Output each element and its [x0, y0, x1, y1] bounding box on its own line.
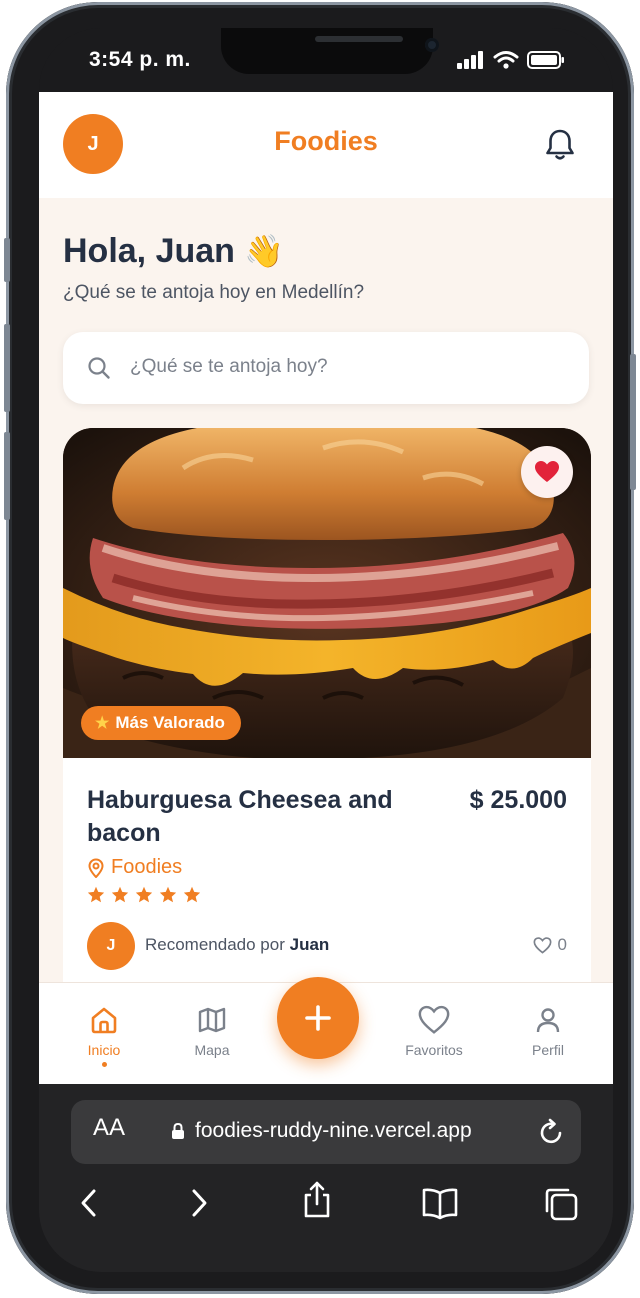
screen: 3:54 p. m. J Foodies Hola, Juan 👋 ¿Qué s…	[39, 28, 613, 1272]
bookmarks-icon[interactable]	[421, 1186, 459, 1220]
plus-icon	[305, 1005, 331, 1031]
wave-emoji: 👋	[244, 233, 285, 269]
search-box[interactable]: ¿Qué se te antoja hoy?	[63, 332, 589, 404]
status-time: 3:54 p. m.	[89, 48, 191, 71]
nav-profile[interactable]: Perfil	[503, 1005, 593, 1058]
recommender-avatar[interactable]: J	[87, 922, 135, 970]
like-button[interactable]: 0	[533, 935, 567, 955]
notifications-button[interactable]	[544, 128, 576, 167]
home-icon	[91, 1007, 117, 1034]
search-input[interactable]: ¿Qué se te antoja hoy?	[130, 356, 328, 378]
star-icon	[183, 886, 201, 903]
search-icon	[88, 357, 110, 379]
tabs-icon[interactable]	[543, 1186, 579, 1222]
greeting-text: Hola, Juan	[63, 232, 235, 270]
reload-button[interactable]	[537, 1117, 565, 1152]
url-text: foodies-ruddy-nine.vercel.app	[195, 1119, 472, 1142]
url-display[interactable]: foodies-ruddy-nine.vercel.app	[171, 1119, 472, 1143]
heart-filled-icon	[535, 461, 559, 482]
badge-label: Más Valorado	[115, 713, 225, 732]
mute-switch	[4, 238, 10, 282]
rating-stars	[87, 886, 201, 903]
front-camera	[425, 38, 439, 52]
nav-map-label: Mapa	[194, 1042, 230, 1058]
add-button[interactable]	[277, 977, 359, 1059]
map-icon	[198, 1007, 226, 1033]
nav-home[interactable]: Inicio	[59, 1005, 149, 1067]
nav-home-label: Inicio	[87, 1042, 121, 1058]
chevron-left-icon[interactable]	[77, 1186, 101, 1220]
recommender-name: Juan	[289, 935, 330, 954]
star-icon	[87, 886, 105, 903]
brand-title: Foodies	[274, 126, 378, 156]
star-icon	[111, 886, 129, 903]
nav-map[interactable]: Mapa	[167, 1005, 257, 1058]
nav-favorites[interactable]: Favoritos	[389, 1005, 479, 1058]
reader-settings-button[interactable]: AA	[93, 1114, 125, 1142]
heart-outline-icon	[533, 936, 552, 954]
status-icons	[457, 50, 565, 70]
greeting-subtitle: ¿Qué se te antoja hoy en Medellín?	[63, 282, 365, 303]
notch	[221, 28, 439, 74]
food-price: $ 25.000	[469, 786, 567, 814]
phone-frame: 3:54 p. m. J Foodies Hola, Juan 👋 ¿Qué s…	[4, 2, 636, 1294]
restaurant-name: Foodies	[111, 856, 183, 878]
reload-icon	[540, 1118, 562, 1144]
greeting-title: Hola, Juan 👋	[63, 232, 284, 271]
like-count: 0	[557, 935, 567, 954]
location-pin-icon	[88, 857, 104, 878]
star-icon	[135, 886, 153, 903]
burger-photo: ★ Más Valorado	[63, 428, 591, 758]
favorite-button[interactable]	[521, 446, 573, 498]
bell-icon	[546, 129, 574, 160]
volume-up-button	[4, 324, 10, 412]
star-icon	[159, 886, 177, 903]
active-indicator	[101, 1062, 107, 1067]
top-bar: J Foodies	[39, 92, 613, 198]
chevron-right-icon[interactable]	[187, 1186, 211, 1220]
lock-icon	[172, 1122, 184, 1139]
safari-toolbar: AA foodies-ruddy-nine.vercel.app	[39, 1084, 613, 1272]
share-icon[interactable]	[301, 1180, 333, 1220]
star-icon: ★	[95, 715, 110, 732]
signal-icon	[457, 51, 483, 69]
earpiece	[315, 36, 403, 42]
user-icon	[536, 1008, 560, 1033]
bottom-nav: Inicio Mapa Favoritos Perfil	[39, 977, 613, 1084]
app-content: J Foodies Hola, Juan 👋 ¿Qué se te antoja…	[39, 92, 613, 1084]
food-title: Haburguesa Cheesea and bacon	[87, 786, 393, 847]
recommended-prefix: Recomendado por	[145, 935, 285, 954]
wifi-icon	[493, 51, 519, 69]
volume-down-button	[4, 432, 10, 520]
restaurant-location[interactable]: Foodies	[87, 856, 182, 879]
recommendation-row: J Recomendado por Juan 0	[87, 922, 567, 970]
power-button	[630, 354, 636, 490]
battery-icon	[527, 51, 564, 69]
nav-favorites-label: Favoritos	[405, 1042, 463, 1058]
address-bar[interactable]: AA foodies-ruddy-nine.vercel.app	[71, 1100, 581, 1164]
top-rated-badge: ★ Más Valorado	[81, 706, 241, 740]
nav-profile-label: Perfil	[532, 1042, 564, 1058]
heart-outline-icon	[418, 1005, 450, 1034]
recommended-by: Recomendado por Juan	[145, 935, 329, 955]
